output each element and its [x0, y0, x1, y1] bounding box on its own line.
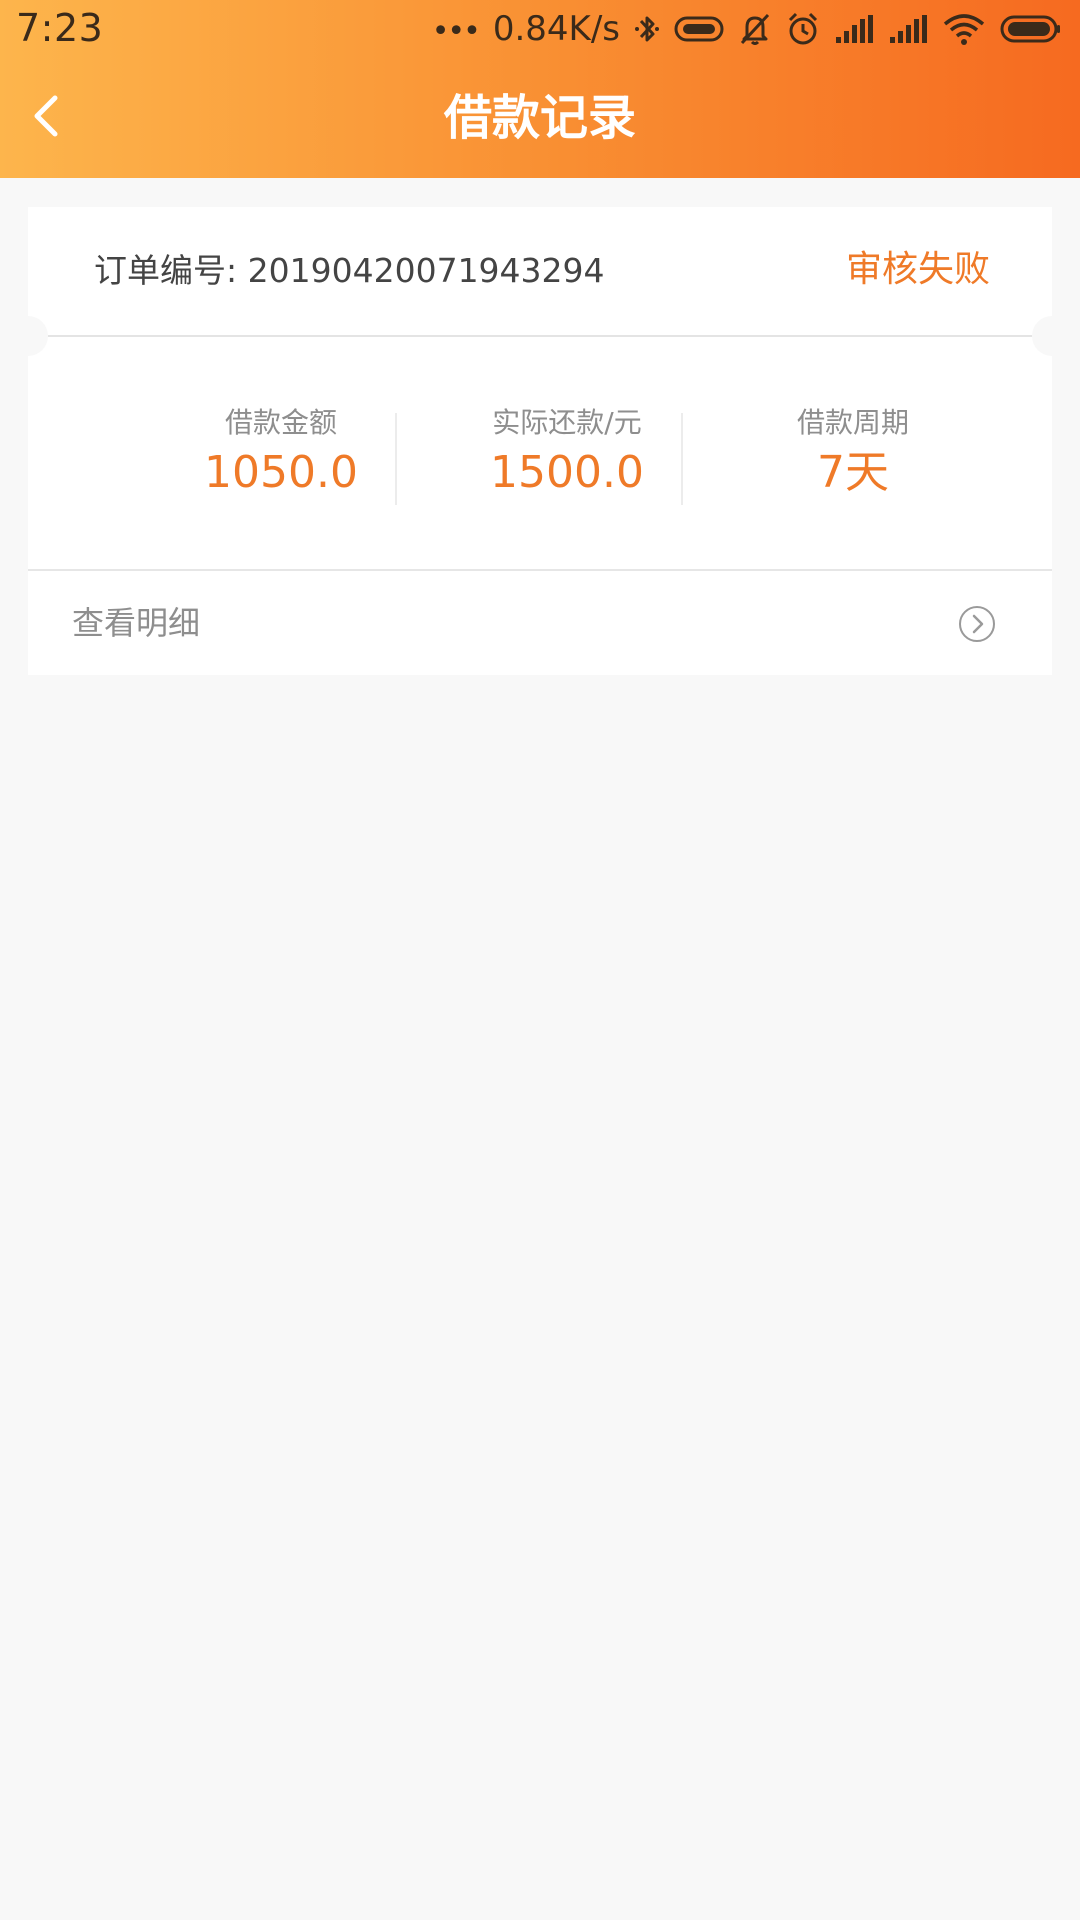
stat-actual-repayment: 实际还款/元 1500.0 — [424, 405, 710, 505]
stat-loan-amount: 借款金额 1050.0 — [138, 405, 424, 505]
stat-value: 1500.0 — [490, 447, 644, 498]
stat-separator — [681, 413, 683, 505]
battery-icon — [1000, 15, 1060, 43]
stat-value: 1050.0 — [204, 447, 358, 498]
signal-icon — [890, 15, 927, 43]
network-speed: 0.84K/s — [492, 9, 620, 49]
stat-value: 7天 — [817, 447, 889, 498]
stat-label: 借款金额 — [224, 406, 337, 439]
status-time: 7:23 — [16, 6, 104, 50]
loan-record-card: 订单编号: 20190420071943294 审核失败 借款金额 1050.0… — [8, 207, 1072, 675]
vibrate-icon — [674, 16, 724, 42]
view-details-label: 查看明细 — [72, 604, 201, 642]
wifi-icon — [943, 14, 985, 45]
page-title: 借款记录 — [443, 90, 636, 146]
view-details-row[interactable]: 查看明细 — [28, 571, 1052, 675]
stat-separator — [395, 413, 397, 505]
stat-label: 借款周期 — [796, 406, 909, 439]
order-number: 订单编号: 20190420071943294 — [94, 251, 605, 290]
bluetooth-icon — [635, 16, 659, 42]
status-icons: ••• 0.84K/s — [432, 8, 1062, 50]
stat-loan-period: 借款周期 7天 — [710, 405, 996, 505]
signal-icon — [836, 15, 873, 43]
chevron-right-circle-icon — [959, 606, 995, 642]
loan-stats: 借款金额 1050.0 实际还款/元 1500.0 借款周期 7天 — [28, 405, 1052, 505]
divider — [48, 335, 1032, 337]
stat-label: 实际还款/元 — [492, 406, 642, 439]
status-badge: 审核失败 — [845, 249, 990, 290]
app-header: 7:23 ••• 0.84K/s 借款记录 — [0, 0, 1080, 178]
order-row: 订单编号: 20190420071943294 审核失败 — [28, 207, 1052, 335]
status-bar: 7:23 ••• 0.84K/s — [0, 0, 1080, 58]
mute-icon — [740, 13, 770, 45]
alarm-icon — [788, 12, 818, 45]
status-dots: ••• — [431, 14, 481, 49]
